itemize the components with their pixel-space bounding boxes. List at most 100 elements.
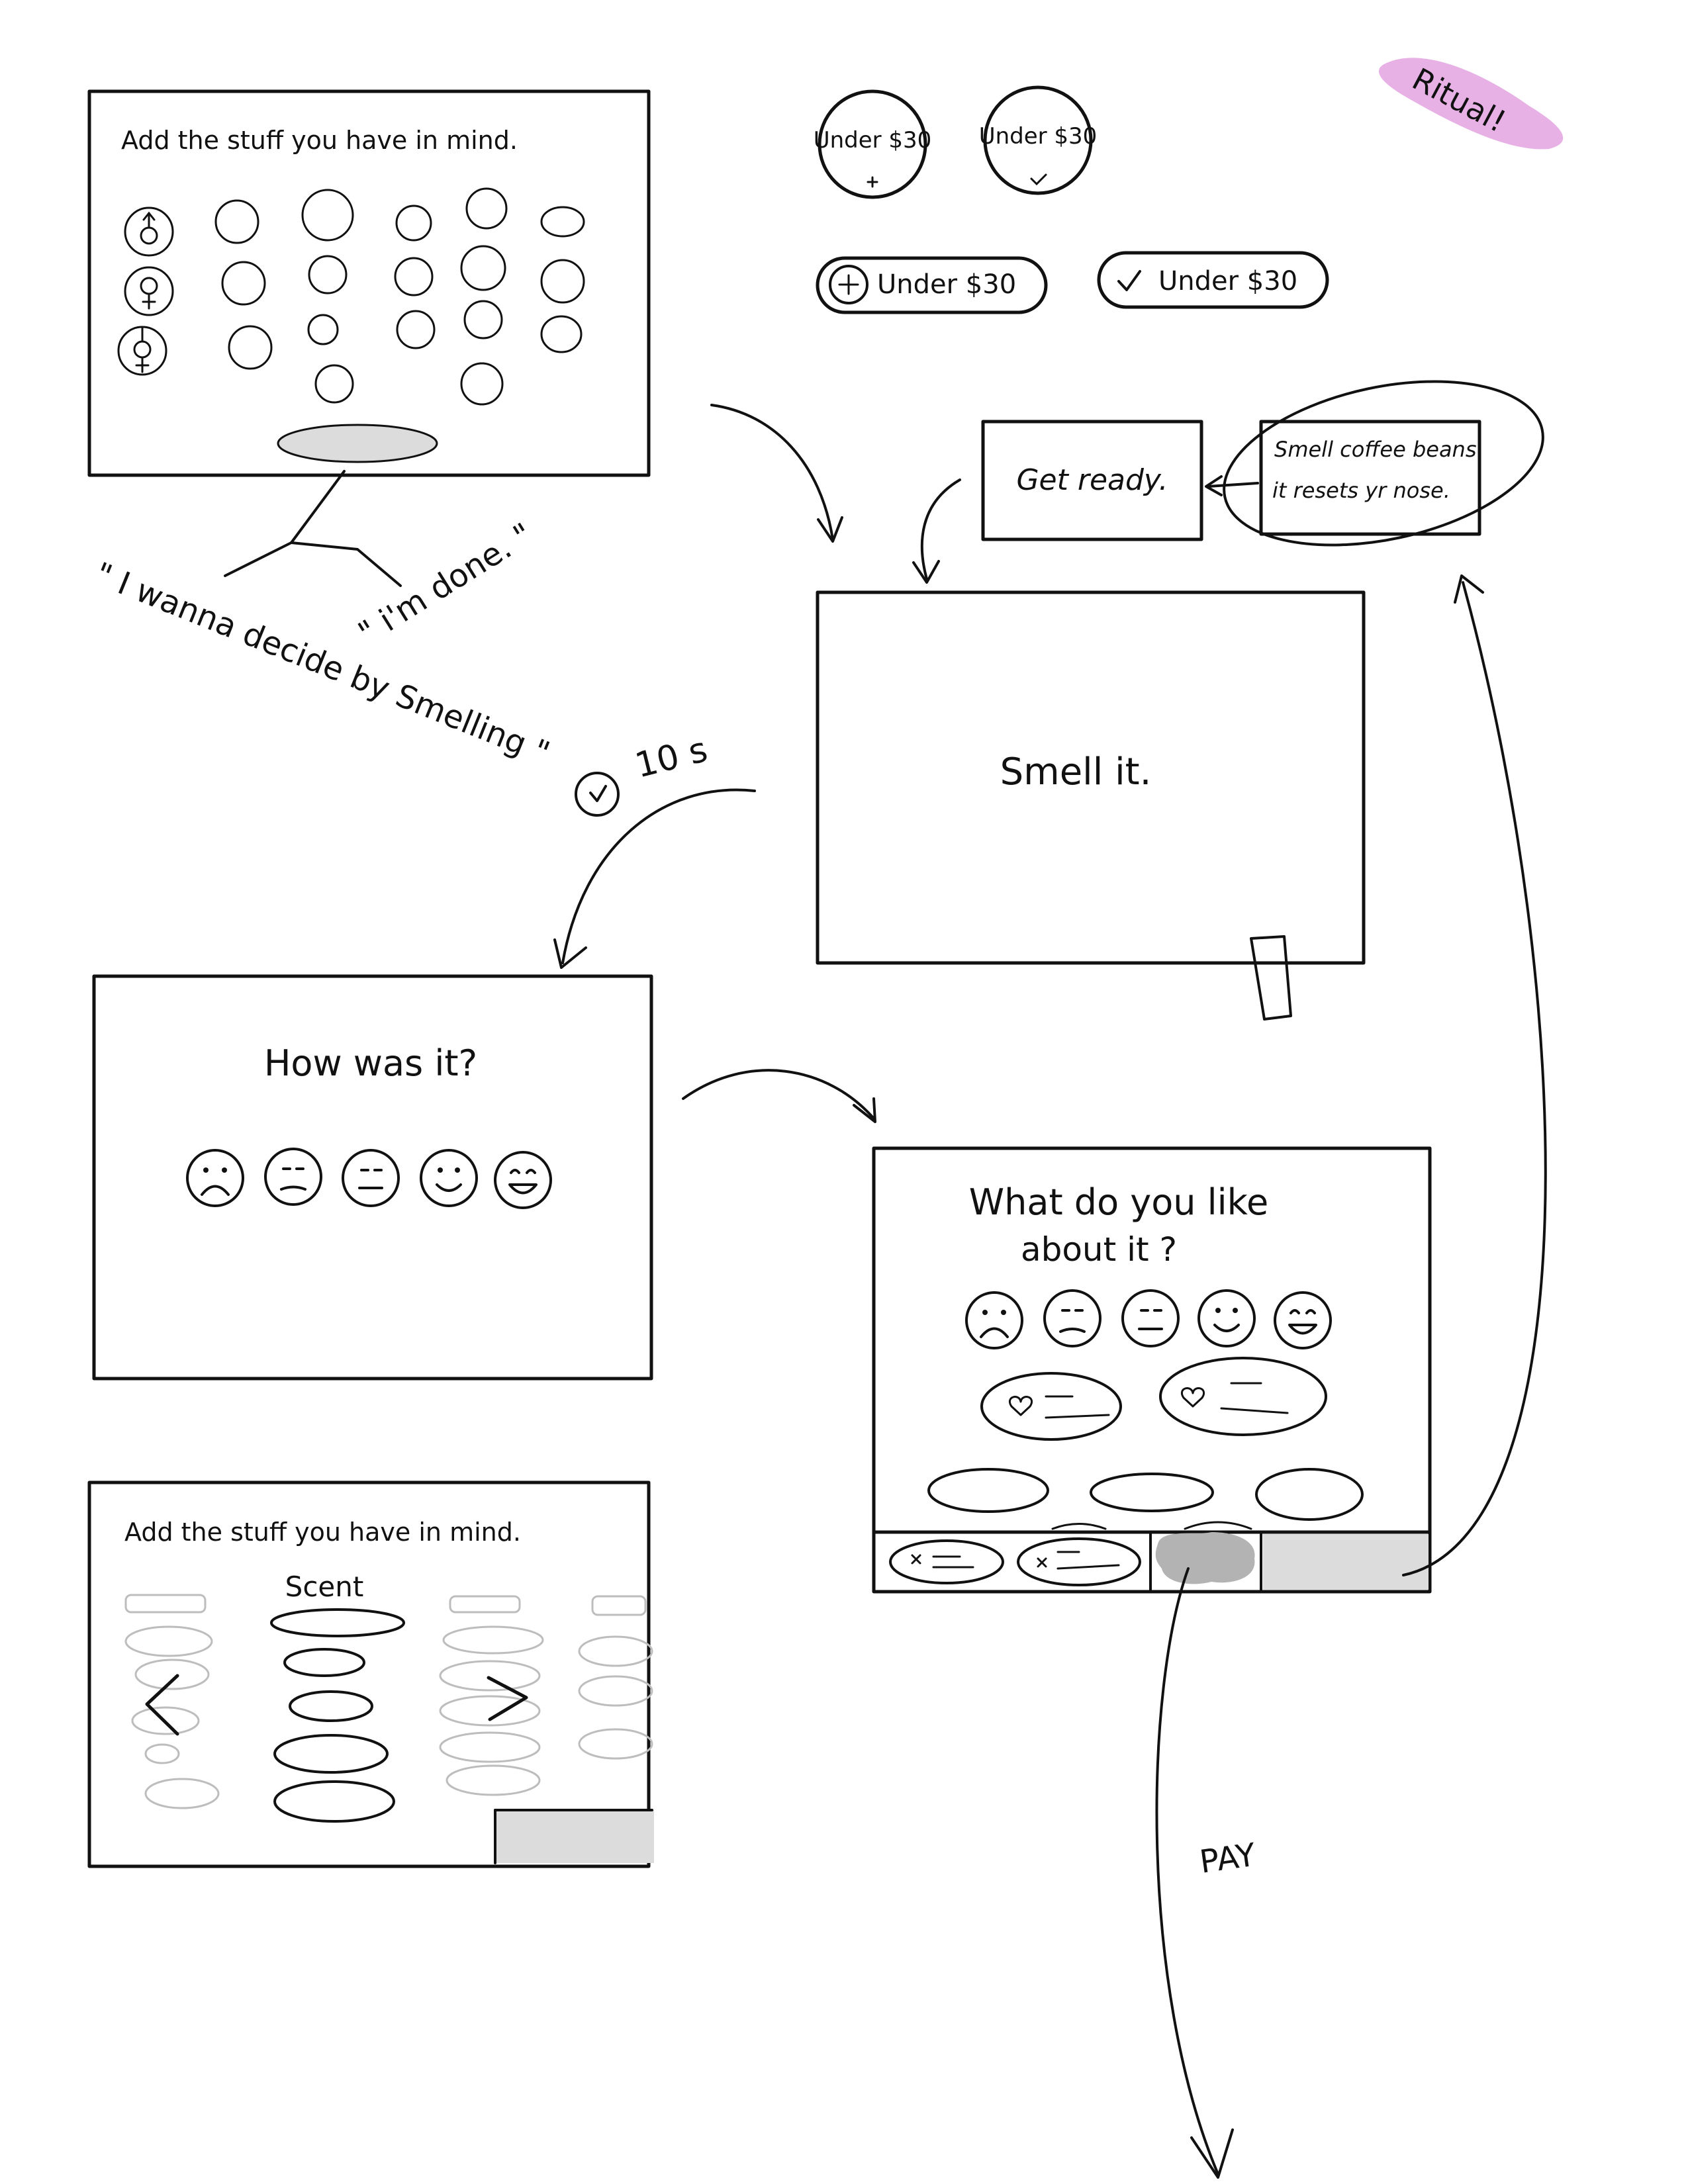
wireframe-sketch: Ritual! Add the stuff you have in mind. <box>87 58 1564 2179</box>
screen-add-stuff-title: Add the stuff you have in mind. <box>121 126 518 155</box>
arrow-tip-to-ready <box>1205 475 1259 496</box>
scent-option[interactable] <box>270 1608 405 1637</box>
ghost-column-left <box>124 1594 220 1809</box>
option-circle[interactable] <box>540 206 585 238</box>
smell-strip-icon <box>1250 935 1292 1021</box>
arrow-ready-to-smell <box>920 478 961 580</box>
male-symbol-icon[interactable] <box>124 206 174 257</box>
female-symbol-icon[interactable] <box>124 266 174 316</box>
happy-face-icon[interactable] <box>1274 1291 1332 1349</box>
heart-icon <box>1181 1387 1205 1408</box>
option-circle[interactable] <box>463 300 503 340</box>
how-was-it-title: How was it? <box>264 1042 477 1084</box>
plus-icon <box>838 274 859 295</box>
option-circle[interactable] <box>228 325 273 370</box>
scent-option[interactable] <box>273 1780 395 1823</box>
chip-pill-selected[interactable]: Under $30 <box>1097 251 1329 309</box>
heart-icon <box>1009 1396 1033 1416</box>
option-circle[interactable] <box>395 205 432 242</box>
scent-option[interactable] <box>273 1734 389 1774</box>
scent-option[interactable] <box>289 1690 373 1722</box>
screen-add-stuff: Add the stuff you have in mind. <box>87 89 651 477</box>
option-circle[interactable] <box>221 261 266 306</box>
option-circle[interactable] <box>307 314 339 345</box>
very-sad-face-icon[interactable] <box>965 1291 1023 1349</box>
next-button[interactable] <box>495 1810 654 1863</box>
screen-scent-picker: Add the stuff you have in mind. Scent <box>87 1480 654 1868</box>
like-bottom-bar <box>872 1530 1432 1593</box>
scent-options <box>270 1608 405 1823</box>
ritual-tag: Ritual! <box>1378 58 1564 150</box>
timer-label: 10 s <box>632 730 712 786</box>
tip-card: Smell coffee beans it resets yr nose. <box>1223 380 1544 547</box>
smile-face-icon[interactable] <box>420 1149 478 1207</box>
chip-circle-unselected[interactable]: Under $30 <box>814 89 932 199</box>
option-circle[interactable] <box>214 199 259 244</box>
liked-tags <box>927 1357 1364 1530</box>
timer: 10 s <box>575 730 712 817</box>
chevron-left-icon[interactable] <box>145 1674 179 1736</box>
rating-faces <box>186 1148 552 1209</box>
liked-tag[interactable] <box>1159 1357 1327 1436</box>
get-ready-text: Get ready. <box>1016 463 1168 497</box>
sad-face-icon[interactable] <box>264 1148 322 1206</box>
option-circle[interactable] <box>308 255 348 295</box>
arrow-loop-to-tip <box>1402 581 1547 1576</box>
neutral-face-icon[interactable] <box>1121 1289 1180 1347</box>
chip-circle-selected[interactable]: Under $30 <box>979 85 1098 195</box>
close-icon[interactable] <box>911 1554 921 1565</box>
chip-variants: Under $30 Under $30 Under $30 Under $30 <box>814 85 1329 314</box>
smile-face-icon[interactable] <box>1197 1289 1256 1347</box>
liked-tag[interactable] <box>980 1372 1122 1441</box>
chip-pill-unselected[interactable]: Under $30 <box>816 256 1048 314</box>
smell-it-text: Smell it. <box>1000 751 1152 794</box>
option-circle[interactable] <box>314 364 354 404</box>
screen-how-was-it: How was it? <box>92 974 653 1381</box>
tag-option[interactable] <box>927 1468 1049 1513</box>
option-circle[interactable] <box>540 259 585 304</box>
tag-option[interactable] <box>1255 1468 1364 1521</box>
transgender-symbol-icon[interactable] <box>117 326 167 376</box>
ghost-column-far-right <box>578 1595 653 1760</box>
option-circle[interactable] <box>540 315 583 353</box>
close-icon[interactable] <box>1037 1557 1047 1568</box>
check-icon <box>1030 173 1047 186</box>
screen-smell-it: Smell it. <box>816 590 1366 1021</box>
ghost-column-right <box>439 1595 544 1796</box>
chip-circle-unselected-label: Under $30 <box>814 127 932 154</box>
like-faces <box>965 1289 1332 1349</box>
scent-option[interactable] <box>283 1648 365 1677</box>
tag-option[interactable] <box>1090 1473 1214 1512</box>
removable-tag[interactable] <box>1017 1537 1141 1586</box>
removable-tag[interactable] <box>889 1539 1004 1584</box>
tip-line-2: it resets yr nose. <box>1272 478 1450 503</box>
option-circle[interactable] <box>465 187 508 230</box>
note-im-done: " i'm done. " <box>352 516 539 653</box>
pay-label: PAY <box>1197 1837 1258 1881</box>
option-circles <box>214 187 585 406</box>
option-circle[interactable] <box>394 257 434 296</box>
checkout-button-pressed[interactable] <box>1155 1532 1255 1584</box>
neutral-face-icon[interactable] <box>342 1149 400 1207</box>
what-like-title-1: What do you like <box>969 1181 1269 1223</box>
option-circle[interactable] <box>460 362 504 406</box>
chip-circle-selected-label: Under $30 <box>979 123 1098 150</box>
sad-face-icon[interactable] <box>1043 1289 1102 1347</box>
clock-icon <box>575 772 620 817</box>
arrow-add-to-smell <box>710 404 834 541</box>
scent-picker-title: Add the stuff you have in mind. <box>124 1518 521 1547</box>
happy-face-icon[interactable] <box>494 1151 552 1209</box>
next-button[interactable] <box>1263 1534 1429 1590</box>
plus-icon <box>867 176 878 188</box>
option-circle[interactable] <box>396 310 436 349</box>
option-circle[interactable] <box>460 245 506 291</box>
chip-pill-selected-label: Under $30 <box>1158 266 1297 296</box>
branch-lines <box>224 470 402 587</box>
done-button[interactable] <box>277 424 438 463</box>
very-sad-face-icon[interactable] <box>186 1149 244 1207</box>
option-circle[interactable] <box>301 189 354 242</box>
screen-what-like: What do you like about it ? <box>872 1146 1432 1594</box>
arrow-rate-to-like <box>682 1069 875 1120</box>
chip-pill-unselected-label: Under $30 <box>877 269 1016 300</box>
get-ready-card: Get ready. <box>981 420 1203 541</box>
